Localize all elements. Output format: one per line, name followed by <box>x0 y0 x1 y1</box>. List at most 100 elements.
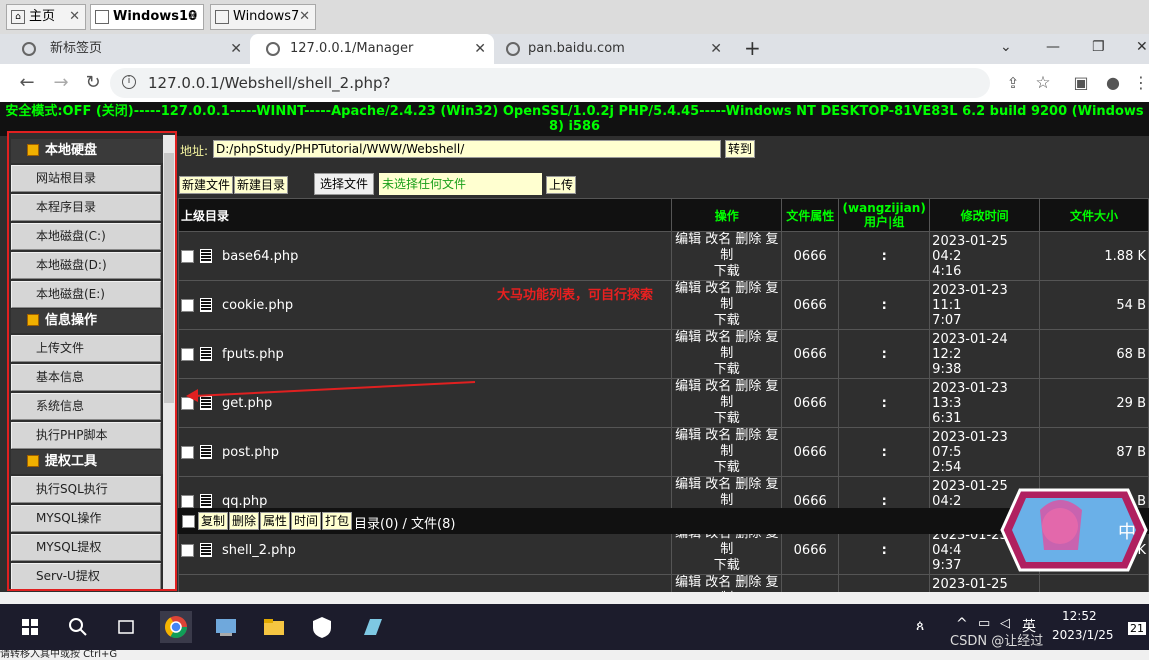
download-link[interactable]: 下载 <box>714 411 740 426</box>
close-icon[interactable]: ✕ <box>187 5 198 29</box>
clock-date[interactable]: 2023/1/25 <box>1052 628 1114 642</box>
sidebar-item-basic-info[interactable]: 基本信息 <box>11 364 161 391</box>
file-perm[interactable]: 0666 <box>781 231 840 281</box>
bookmark-star-icon[interactable]: ☆ <box>1030 70 1056 96</box>
tab-baidu-pan[interactable]: pan.baidu.com ✕ <box>494 34 730 64</box>
task-view-icon[interactable] <box>110 611 142 643</box>
file-ops-links[interactable]: 编辑 改名 删除 复制 <box>675 428 778 459</box>
profile-icon[interactable]: ● <box>1100 70 1126 96</box>
vm-tab-windows7[interactable]: Windows7 ✕ <box>210 4 316 30</box>
select-all-checkbox[interactable] <box>182 515 195 528</box>
sidebar-item-mysql-privesc[interactable]: MYSQL提权 <box>11 534 161 561</box>
file-ops-cell[interactable]: 编辑 改名 删除 复制下载 <box>671 329 783 379</box>
file-mtime[interactable]: 2023-01-24 12:2 9:38 <box>929 329 1041 379</box>
sidebar-scrollbar[interactable] <box>163 135 175 589</box>
file-perm[interactable]: 0666 <box>781 280 840 330</box>
parent-dir-link[interactable]: 上级目录 <box>177 198 673 232</box>
section-privesc-tools[interactable]: 提权工具 <box>11 450 163 474</box>
file-ops-links[interactable]: 编辑 改名 删除 复制 <box>675 281 778 312</box>
file-perm[interactable]: 0666 <box>781 378 840 428</box>
new-dir-button[interactable]: 新建目录 <box>234 176 289 194</box>
batch-pack-button[interactable]: 打包 <box>322 512 353 530</box>
tab-new-tab[interactable]: 新标签页 ✕ <box>0 34 250 64</box>
batch-attr-button[interactable]: 属性 <box>260 512 291 530</box>
new-file-button[interactable]: 新建文件 <box>179 176 234 194</box>
sidebar-item-web-root[interactable]: 网站根目录 <box>11 165 161 192</box>
network-icon[interactable]: ▭ <box>978 616 990 631</box>
download-link[interactable]: 下载 <box>714 264 740 279</box>
sidebar-item-servu-privesc[interactable]: Serv-U提权 <box>11 563 161 589</box>
close-icon[interactable]: ✕ <box>230 34 242 64</box>
download-link[interactable]: 下载 <box>714 558 740 573</box>
file-perm[interactable]: 0666 <box>781 329 840 379</box>
app-icon[interactable] <box>356 611 388 643</box>
sidebar-item-run-php[interactable]: 执行PHP脚本 <box>11 422 161 449</box>
close-icon[interactable]: ✕ <box>299 5 310 29</box>
file-ops-cell[interactable]: 编辑 改名 删除 复制下载 <box>671 427 783 477</box>
row-checkbox[interactable] <box>181 543 194 557</box>
file-ops-links[interactable]: 编辑 改名 删除 复制 <box>675 330 778 361</box>
file-name-link[interactable]: post.php <box>222 445 279 460</box>
batch-copy-button[interactable]: 复制 <box>198 512 229 530</box>
row-checkbox[interactable] <box>181 249 194 263</box>
upload-button[interactable]: 上传 <box>546 176 577 194</box>
back-button[interactable]: ← <box>14 70 40 96</box>
sidebar-item-system-info[interactable]: 系统信息 <box>11 393 161 420</box>
batch-time-button[interactable]: 时间 <box>291 512 322 530</box>
download-link[interactable]: 下载 <box>714 313 740 328</box>
close-icon[interactable]: ✕ <box>710 34 722 64</box>
network-tool-icon[interactable] <box>210 611 242 643</box>
go-button[interactable]: 转到 <box>725 140 756 158</box>
file-ops-links[interactable]: 编辑 改名 删除 复制 <box>675 477 778 508</box>
menu-icon[interactable]: ⋮ <box>1128 70 1149 96</box>
forward-button[interactable]: → <box>48 70 74 96</box>
sidebar-item-mysql-ops[interactable]: MYSQL操作 <box>11 505 161 532</box>
section-local-disk[interactable]: 本地硬盘 <box>11 139 163 163</box>
start-button[interactable] <box>14 611 46 643</box>
share-icon[interactable]: ⇪ <box>1000 70 1026 96</box>
file-name-link[interactable]: base64.php <box>222 249 298 264</box>
download-link[interactable]: 下载 <box>714 362 740 377</box>
security-icon[interactable] <box>306 611 338 643</box>
choose-file-button[interactable]: 选择文件 <box>314 173 375 195</box>
people-icon[interactable]: ጰ <box>916 618 924 634</box>
minimize-button[interactable]: — <box>1046 39 1060 55</box>
new-tab-button[interactable]: + <box>744 36 761 60</box>
file-explorer-icon[interactable] <box>258 611 290 643</box>
sidebar-item-program-dir[interactable]: 本程序目录 <box>11 194 161 221</box>
tab-manager[interactable]: 127.0.0.1/Manager ✕ <box>250 34 494 64</box>
file-name-link[interactable]: qq.php <box>222 494 267 509</box>
file-mtime[interactable]: 2023-01-25 04:2 4:16 <box>929 231 1041 281</box>
file-ops-links[interactable]: 编辑 改名 删除 复制 <box>675 232 778 263</box>
file-name-link[interactable]: fputs.php <box>222 347 284 362</box>
sidebar-item-disk-c[interactable]: 本地磁盘(C:) <box>11 223 161 250</box>
chrome-taskbar-icon[interactable] <box>160 611 192 643</box>
file-perm[interactable]: 0666 <box>781 427 840 477</box>
tab-search-icon[interactable]: ⌄ <box>1000 39 1012 55</box>
download-link[interactable]: 下载 <box>714 460 740 475</box>
row-checkbox[interactable] <box>181 494 194 508</box>
restore-button[interactable]: ❐ <box>1092 39 1105 55</box>
file-mtime[interactable]: 2023-01-23 11:1 7:07 <box>929 280 1041 330</box>
batch-delete-button[interactable]: 删除 <box>229 512 260 530</box>
side-panel-icon[interactable]: ▣ <box>1068 70 1094 96</box>
scrollbar-thumb[interactable] <box>164 153 174 403</box>
clock-time[interactable]: 12:52 <box>1062 609 1097 623</box>
close-window-button[interactable]: ✕ <box>1136 39 1148 55</box>
sidebar-item-upload[interactable]: 上传文件 <box>11 335 161 362</box>
section-info-ops[interactable]: 信息操作 <box>11 309 163 333</box>
volume-icon[interactable]: ◁ <box>1000 616 1010 631</box>
close-icon[interactable]: ✕ <box>69 5 80 29</box>
file-ops-cell[interactable]: 编辑 改名 删除 复制下载 <box>671 231 783 281</box>
search-icon[interactable] <box>62 611 94 643</box>
file-ops-links[interactable]: 编辑 改名 删除 复制 <box>675 379 778 410</box>
sidebar-item-exec-sql[interactable]: 执行SQL执行 <box>11 476 161 503</box>
row-checkbox[interactable] <box>181 298 194 312</box>
notification-badge[interactable]: 21 <box>1128 622 1146 635</box>
file-name-link[interactable]: shell_2.php <box>222 543 296 558</box>
file-name-link[interactable]: cookie.php <box>222 298 293 313</box>
file-mtime[interactable]: 2023-01-23 07:5 2:54 <box>929 427 1041 477</box>
sidebar-item-disk-d[interactable]: 本地磁盘(D:) <box>11 252 161 279</box>
file-ops-cell[interactable]: 编辑 改名 删除 复制下载 <box>671 280 783 330</box>
reload-button[interactable]: ↻ <box>80 70 106 96</box>
